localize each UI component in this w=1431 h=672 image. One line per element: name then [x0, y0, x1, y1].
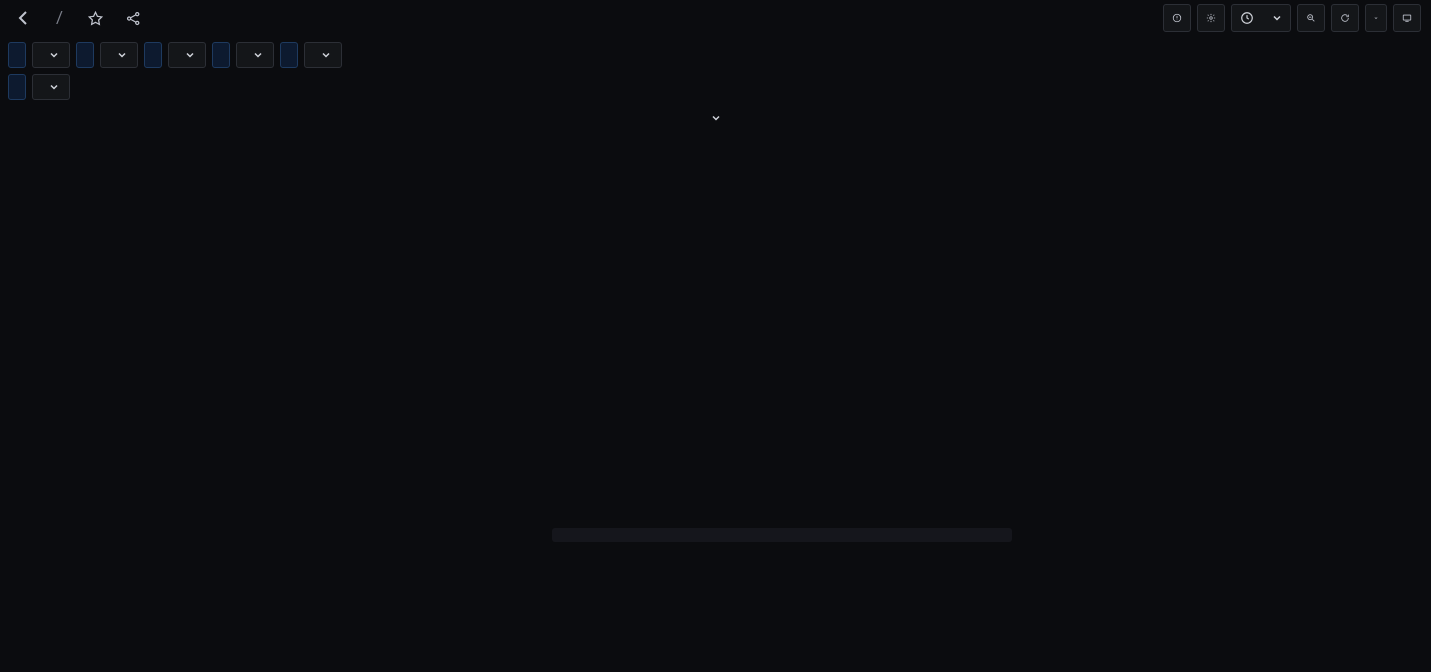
- top-right-controls: [1163, 4, 1421, 32]
- line-chart[interactable]: [12, 128, 1419, 553]
- var-analyzer-value[interactable]: [100, 42, 138, 68]
- cycle-view-button[interactable]: [1393, 4, 1421, 32]
- top-bar: /: [0, 0, 1431, 36]
- chevron-down-icon: [117, 50, 127, 60]
- zoom-out-button[interactable]: [1297, 4, 1325, 32]
- var-framework-value[interactable]: [32, 42, 70, 68]
- back-button[interactable]: [10, 4, 38, 32]
- var-job-value[interactable]: [236, 42, 274, 68]
- variable-bar-row2: [0, 74, 1431, 106]
- panel: [0, 106, 1431, 561]
- var-dataage-label: [144, 42, 162, 68]
- variable-bar: [0, 36, 1431, 74]
- chevron-down-icon: [321, 50, 331, 60]
- breadcrumb: /: [48, 8, 71, 28]
- chevron-down-icon: [49, 82, 59, 92]
- refresh-interval-dropdown[interactable]: [1365, 4, 1387, 32]
- dashboard-insights-button[interactable]: [1163, 4, 1191, 32]
- chevron-down-icon: [49, 50, 59, 60]
- var-timeaxis-label: [8, 74, 26, 100]
- var-stage-value[interactable]: [304, 42, 342, 68]
- time-range-picker[interactable]: [1231, 4, 1291, 32]
- breadcrumb-separator: /: [56, 8, 63, 28]
- var-stage-label: [280, 42, 298, 68]
- chevron-down-icon: [185, 50, 195, 60]
- chart-tooltip: [552, 528, 1012, 542]
- share-button[interactable]: [119, 4, 147, 32]
- var-dataage-value[interactable]: [168, 42, 206, 68]
- var-job-label: [212, 42, 230, 68]
- chart-area[interactable]: [12, 128, 1419, 553]
- chevron-down-icon: [253, 50, 263, 60]
- chevron-down-icon: [711, 113, 721, 123]
- dashboard-settings-button[interactable]: [1197, 4, 1225, 32]
- refresh-button[interactable]: [1331, 4, 1359, 32]
- chevron-down-icon: [1272, 13, 1282, 23]
- favorite-button[interactable]: [81, 4, 109, 32]
- panel-title[interactable]: [12, 106, 1419, 128]
- var-analyzer-label: [76, 42, 94, 68]
- legend-header: [12, 553, 1419, 557]
- chevron-down-icon: [1374, 13, 1378, 23]
- var-framework-label: [8, 42, 26, 68]
- var-timeaxis-value[interactable]: [32, 74, 70, 100]
